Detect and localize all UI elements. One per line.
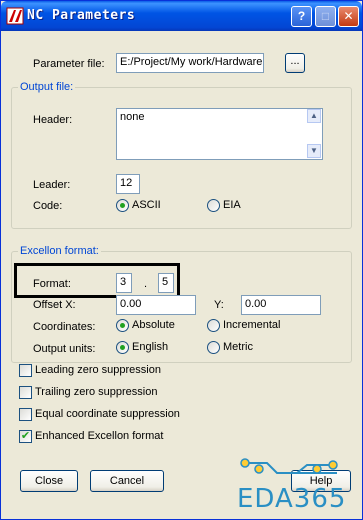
parameter-file-label: Parameter file: (33, 58, 105, 70)
header-label: Header: (33, 114, 73, 126)
close-window-button[interactable]: ✕ (338, 6, 359, 27)
offset-y-label: Y: (214, 299, 224, 311)
coord-incremental-label: Incremental (223, 319, 281, 331)
header-scroll-down-icon[interactable]: ▼ (307, 144, 321, 158)
watermark-text: EDA365 (237, 484, 347, 514)
leader-input[interactable]: 12 (116, 174, 140, 194)
title-bar[interactable]: NC Parameters ? □ ✕ (1, 1, 362, 31)
code-ascii-label: ASCII (132, 199, 161, 211)
units-english-radio[interactable] (116, 341, 129, 354)
offset-x-input[interactable]: 0.00 (116, 295, 196, 315)
equal-coordinate-checkbox[interactable] (19, 408, 32, 421)
units-metric-label: Metric (223, 341, 253, 353)
trailing-zero-label: Trailing zero suppression (35, 386, 158, 398)
close-button[interactable]: Close (20, 470, 78, 492)
app-icon (6, 7, 24, 25)
format-highlight-box (14, 263, 180, 298)
code-eia-label: EIA (223, 199, 241, 211)
enhanced-excellon-label: Enhanced Excellon format (35, 430, 164, 442)
coord-absolute-radio[interactable] (116, 319, 129, 332)
units-english-label: English (132, 341, 169, 353)
units-metric-radio[interactable] (207, 341, 220, 354)
maximize-button: □ (315, 6, 336, 27)
code-eia-radio[interactable] (207, 199, 220, 212)
header-scroll-up-icon[interactable]: ▲ (307, 109, 321, 123)
code-label: Code: (33, 200, 63, 212)
leading-zero-checkbox[interactable] (19, 364, 32, 377)
leading-zero-label: Leading zero suppression (35, 364, 161, 376)
coord-absolute-label: Absolute (132, 319, 175, 331)
cancel-button[interactable]: Cancel (90, 470, 164, 492)
code-ascii-radio[interactable] (116, 199, 129, 212)
output-file-title: Output file: (18, 81, 76, 93)
trailing-zero-checkbox[interactable] (19, 386, 32, 399)
coordinates-label: Coordinates: (33, 321, 96, 333)
equal-coordinate-label: Equal coordinate suppression (35, 408, 180, 420)
excellon-format-title: Excellon format: (18, 245, 101, 257)
browse-button[interactable]: ... (285, 53, 305, 73)
help-title-button[interactable]: ? (291, 6, 312, 27)
offset-y-input[interactable]: 0.00 (241, 295, 321, 315)
offset-x-label: Offset X: (33, 299, 76, 311)
coord-incremental-radio[interactable] (207, 319, 220, 332)
leader-label: Leader: (33, 179, 71, 191)
output-units-label: Output units: (33, 343, 96, 355)
parameter-file-input[interactable]: E:/Project/My work/Hardware (116, 53, 264, 73)
enhanced-excellon-checkbox[interactable]: ✔ (19, 430, 32, 443)
window-title: NC Parameters (27, 8, 136, 23)
nc-parameters-dialog: NC Parameters ? □ ✕ Parameter file: E:/P… (0, 0, 363, 520)
watermark-circuit-graphic (240, 458, 338, 474)
header-value: none (120, 111, 145, 123)
header-textarea[interactable]: none (116, 108, 323, 160)
